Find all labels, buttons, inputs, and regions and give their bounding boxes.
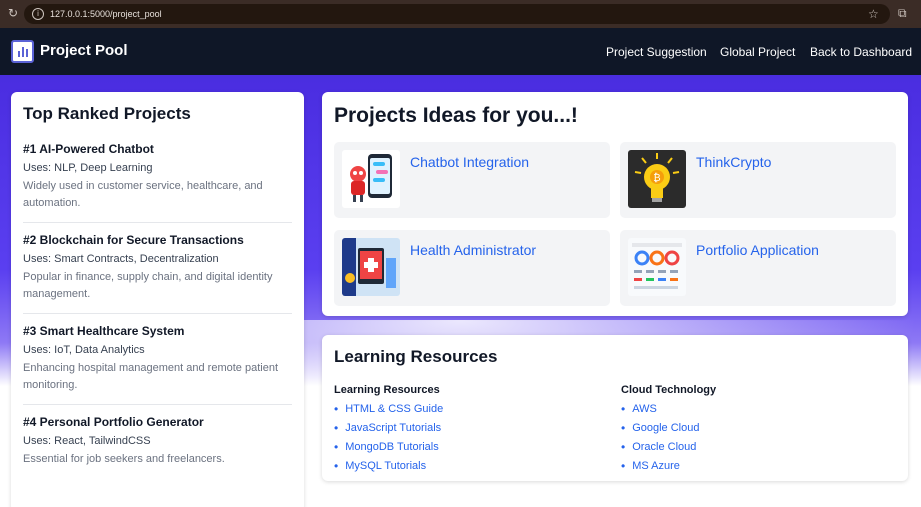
resource-link[interactable]: AWS <box>621 402 716 416</box>
rank-item-uses: Uses: IoT, Data Analytics <box>23 344 145 356</box>
resources-column: Learning Resources HTML & CSS Guide Java… <box>334 384 443 478</box>
project-ideas-title: Projects Ideas for you...! <box>334 104 578 127</box>
brand-title[interactable]: Project Pool <box>40 42 128 59</box>
resources-column-title: Learning Resources <box>334 384 440 396</box>
health-admin-illustration-icon <box>342 238 400 296</box>
idea-card-health-admin[interactable]: Health Administrator <box>334 230 610 306</box>
idea-card-portfolio[interactable]: Portfolio Application <box>620 230 896 306</box>
rank-item-desc: Popular in finance, supply chain, and di… <box>23 271 273 300</box>
resources-column: Cloud Technology AWS Google Cloud Oracle… <box>621 384 716 478</box>
top-ranked-title: Top Ranked Projects <box>23 104 191 123</box>
resource-link[interactable]: HTML & CSS Guide <box>334 402 443 416</box>
rank-item-uses: Uses: React, TailwindCSS <box>23 435 151 447</box>
idea-card-thinkcrypto[interactable]: ₿ ThinkCrypto <box>620 142 896 218</box>
svg-text:₿: ₿ <box>653 172 660 184</box>
resource-link[interactable]: Oracle Cloud <box>621 440 716 454</box>
bitcoin-bulb-icon: ₿ <box>628 150 686 208</box>
extensions-icon[interactable]: ⧉ <box>898 6 907 21</box>
browser-toolbar: ↻ i 127.0.0.1:5000/project_pool ☆ ⧉ <box>0 0 921 28</box>
resource-link[interactable]: MS Azure <box>621 459 716 473</box>
bar-chart-logo-icon <box>11 40 34 63</box>
url-text: 127.0.0.1:5000/project_pool <box>50 9 162 19</box>
resource-link[interactable]: JavaScript Tutorials <box>334 421 443 435</box>
rank-item-desc: Essential for job seekers and freelancer… <box>23 453 225 465</box>
nav-back-to-dashboard[interactable]: Back to Dashboard <box>810 45 912 59</box>
rank-item-title: #4 Personal Portfolio Generator <box>23 415 204 429</box>
nav-global-project[interactable]: Global Project <box>720 45 795 59</box>
resource-link[interactable]: MongoDB Tutorials <box>334 440 443 454</box>
rank-item-title: #3 Smart Healthcare System <box>23 324 185 338</box>
rank-item-title: #2 Blockchain for Secure Transactions <box>23 233 244 247</box>
chatbot-illustration-icon <box>342 150 400 208</box>
rank-item: #3 Smart Healthcare System Uses: IoT, Da… <box>23 324 292 405</box>
idea-name[interactable]: Chatbot Integration <box>410 154 529 170</box>
learning-resources-title: Learning Resources <box>334 347 498 366</box>
resource-link[interactable]: Google Cloud <box>621 421 716 435</box>
reload-icon[interactable]: ↻ <box>6 6 20 20</box>
address-bar[interactable]: i 127.0.0.1:5000/project_pool <box>24 4 890 24</box>
learning-resources-card: Learning Resources Learning Resources HT… <box>322 335 908 481</box>
rank-item-desc: Enhancing hospital management and remote… <box>23 362 279 391</box>
resources-column-title: Cloud Technology <box>621 384 717 396</box>
rank-item-desc: Widely used in customer service, healthc… <box>23 180 263 209</box>
site-info-icon[interactable]: i <box>32 8 44 20</box>
top-ranked-card: Top Ranked Projects #1 AI-Powered Chatbo… <box>11 92 304 507</box>
rank-item-title: #1 AI-Powered Chatbot <box>23 142 154 156</box>
idea-card-chatbot[interactable]: Chatbot Integration <box>334 142 610 218</box>
rank-item-uses: Uses: NLP, Deep Learning <box>23 162 153 174</box>
resource-link[interactable]: MySQL Tutorials <box>334 459 443 473</box>
dashboard-illustration-icon <box>628 238 686 296</box>
idea-name[interactable]: ThinkCrypto <box>696 154 771 170</box>
nav-project-suggestion[interactable]: Project Suggestion <box>606 45 707 59</box>
idea-name[interactable]: Portfolio Application <box>696 242 819 258</box>
idea-name[interactable]: Health Administrator <box>410 242 536 258</box>
rank-item-uses: Uses: Smart Contracts, Decentralization <box>23 253 219 265</box>
rank-item: #4 Personal Portfolio Generator Uses: Re… <box>23 415 292 478</box>
rank-item: #2 Blockchain for Secure Transactions Us… <box>23 233 292 314</box>
project-ideas-card: Projects Ideas for you...! Chatbot Integ… <box>322 92 908 316</box>
bookmark-star-icon[interactable]: ☆ <box>868 7 879 21</box>
rank-item: #1 AI-Powered Chatbot Uses: NLP, Deep Le… <box>23 142 292 223</box>
